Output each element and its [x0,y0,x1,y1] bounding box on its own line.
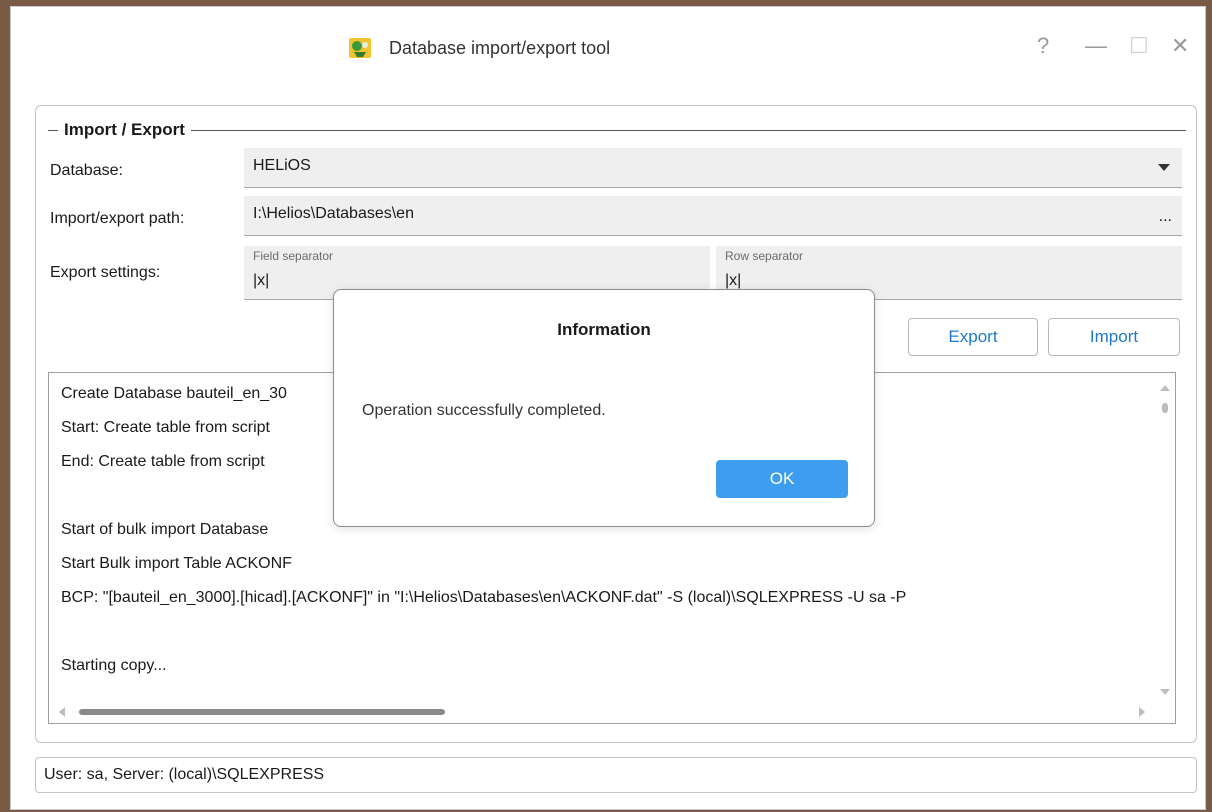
close-button[interactable]: ✕ [1171,33,1189,59]
row-separator-value: |x| [725,272,742,289]
group-divider [48,130,1186,131]
log-line: Starting copy... [61,657,167,674]
database-label: Database: [50,162,123,179]
help-button[interactable]: ? [1037,33,1049,59]
path-input[interactable]: I:\Helios\Databases\en ... [244,196,1182,236]
log-line: Start of bulk import Database [61,521,269,538]
path-value: I:\Helios\Databases\en [253,205,414,222]
path-label: Import/export path: [50,210,185,227]
log-line: Start: Create table from script [61,419,270,436]
browse-button[interactable]: ... [1159,208,1172,226]
log-line: BCP: "[bauteil_en_3000].[hicad].[ACKONF]… [61,589,907,606]
horizontal-scrollbar[interactable] [49,701,1155,723]
vertical-scrollbar[interactable] [1155,373,1175,703]
scroll-thumb[interactable] [1162,403,1168,413]
scroll-thumb[interactable] [79,709,445,715]
field-separator-value: |x| [253,272,270,289]
chevron-down-icon [1158,164,1170,171]
log-line: Start Bulk import Table ACKONF [61,555,292,572]
window-title: Database import/export tool [389,38,611,58]
import-button[interactable]: Import [1048,318,1180,356]
status-bar: User: sa, Server: (local)\SQLEXPRESS [35,757,1197,793]
log-line: End: Create table from script [61,453,265,470]
status-text: User: sa, Server: (local)\SQLEXPRESS [44,766,325,783]
export-button[interactable]: Export [908,318,1038,356]
information-dialog: Information Operation successfully compl… [333,289,875,527]
scroll-up-icon[interactable] [1160,385,1170,391]
database-dropdown[interactable]: HELiOS [244,148,1182,188]
field-separator-caption: Field separator [253,249,334,263]
dialog-message: Operation successfully completed. [362,402,606,419]
scroll-left-icon[interactable] [59,707,65,717]
group-title: Import / Export [48,118,191,142]
dialog-title: Information [557,320,651,339]
scroll-right-icon[interactable] [1139,707,1145,717]
maximize-button: ☐ [1129,33,1149,58]
minimize-button[interactable]: — [1085,33,1107,59]
row-separator-caption: Row separator [725,249,804,263]
log-line: Create Database bauteil_en_30 [61,385,287,402]
app-icon [349,38,371,58]
scroll-down-icon[interactable] [1160,689,1170,695]
export-settings-label: Export settings: [50,264,161,281]
database-value: HELiOS [253,157,311,174]
title-bar[interactable]: Database import/export tool ? — ☐ ✕ [11,7,1205,89]
ok-button[interactable]: OK [716,460,848,498]
